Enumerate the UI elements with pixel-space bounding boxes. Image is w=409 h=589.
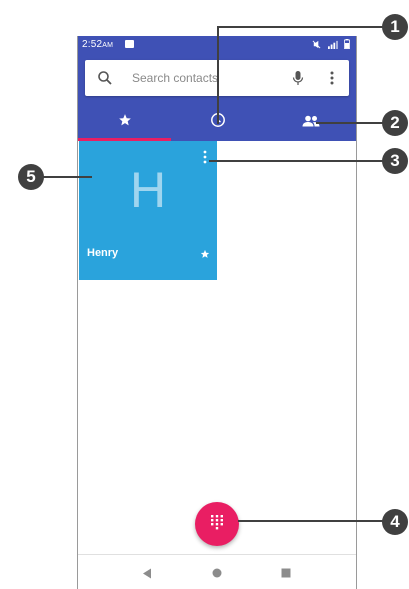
search-icon[interactable]: [97, 70, 113, 86]
mute-icon: [312, 40, 321, 52]
status-time: 2:52AM: [82, 39, 113, 50]
contact-name: Henry: [87, 247, 119, 259]
battery-icon: [344, 39, 350, 52]
contact-initial: H: [129, 162, 167, 218]
status-time-value: 2:52: [82, 39, 103, 50]
callout-badge-2: 2: [382, 110, 408, 136]
callout-line-4: [238, 520, 384, 522]
tab-favorites[interactable]: [78, 104, 171, 141]
callout-badge-5: 5: [18, 164, 44, 190]
dialpad-icon: [210, 514, 224, 535]
recent-apps-icon[interactable]: [279, 566, 293, 580]
callout-line-3: [209, 160, 384, 162]
image-notification-icon: [125, 40, 134, 48]
more-options-icon[interactable]: [329, 70, 335, 86]
callout-badge-3: 3: [382, 148, 408, 174]
status-icons: [312, 39, 350, 52]
callout-line-2: [316, 122, 384, 124]
back-icon[interactable]: [140, 566, 154, 580]
signal-icon: [327, 40, 338, 52]
dialpad-button[interactable]: [195, 502, 239, 546]
home-icon[interactable]: [210, 566, 224, 580]
star-icon: [118, 113, 132, 132]
search-input[interactable]: Search contacts: [132, 71, 218, 85]
callout-line-1-vertical: [217, 26, 219, 124]
favorite-star-icon: [200, 246, 210, 258]
screenshot-canvas: 2:52AM Search contacts H Henry 1 2 3 4 5: [0, 0, 409, 589]
callout-badge-4: 4: [382, 509, 408, 535]
callout-line-5: [42, 176, 92, 178]
system-nav-bar: [78, 554, 356, 589]
callout-line-1-horizontal: [217, 26, 383, 28]
status-ampm: AM: [102, 42, 114, 49]
tile-more-options-icon[interactable]: [203, 150, 207, 164]
callout-badge-1: 1: [382, 14, 408, 40]
favorite-contact-tile[interactable]: H Henry: [79, 141, 217, 280]
microphone-icon[interactable]: [292, 70, 304, 86]
